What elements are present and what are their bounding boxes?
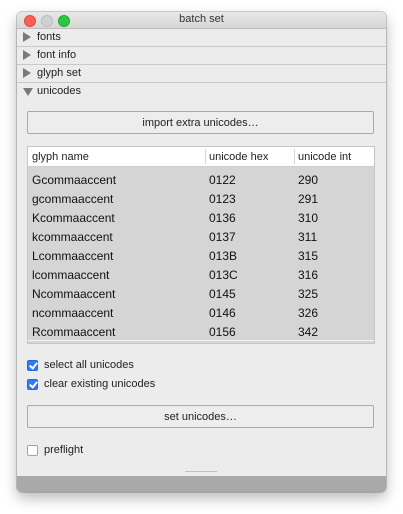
window-title: batch set [179,13,224,25]
cell-unicode-hex: 0123 [209,192,236,206]
section-fonts[interactable]: fonts [17,29,386,47]
resize-grip[interactable] [185,471,217,472]
table-row[interactable]: Rcommaaccent 0156 342 [28,321,374,341]
cell-glyph-name: Ncommaaccent [32,287,116,301]
section-label: glyph set [37,67,82,79]
column-separator [205,149,206,164]
table-row[interactable]: Gcommaaccent 0122 290 [28,169,374,189]
disclosure-down-icon [23,88,33,96]
section-label: unicodes [37,85,82,97]
cell-glyph-name: Lcommaaccent [32,249,114,263]
title-bar[interactable]: batch set [17,12,386,29]
cell-unicode-hex: 0137 [209,230,236,244]
unicodes-table[interactable]: glyph name unicode hex unicode int Gcomm… [27,146,375,344]
table-row[interactable]: Ncommaaccent 0145 325 [28,283,374,303]
table-row[interactable]: gcommaaccent 0123 291 [28,188,374,208]
batch-set-window: batch set fonts font info glyph set unic… [17,12,386,492]
section-unicodes[interactable]: unicodes [17,83,386,100]
import-extra-unicodes-button[interactable]: import extra unicodes… [27,111,374,134]
cell-unicode-hex: 013B [209,249,238,263]
disclosure-right-icon [23,32,31,42]
cell-unicode-hex: 0122 [209,173,236,187]
cell-unicode-hex: 0145 [209,287,236,301]
disclosure-right-icon [23,50,31,60]
column-header-unicode-int[interactable]: unicode int [298,151,351,163]
cell-unicode-int: 290 [298,173,319,187]
table-row[interactable]: Kcommaaccent 0136 310 [28,207,374,227]
cell-unicode-int: 310 [298,211,319,225]
column-separator [294,149,295,164]
table-row[interactable]: lcommaaccent 013C 316 [28,264,374,284]
section-label: font info [37,49,77,61]
table-row[interactable]: ncommaaccent 0146 326 [28,302,374,322]
cell-unicode-int: 315 [298,249,319,263]
column-header-glyph-name[interactable]: glyph name [32,151,89,163]
table-row[interactable]: Lcommaaccent 013B 315 [28,245,374,265]
clear-existing-unicodes-checkbox[interactable] [27,379,38,390]
column-header-unicode-hex[interactable]: unicode hex [209,151,268,163]
section-font-info[interactable]: font info [17,47,386,65]
clear-existing-unicodes-label: clear existing unicodes [44,378,156,390]
cell-unicode-int: 325 [298,287,319,301]
select-all-unicodes-label: select all unicodes [44,359,134,371]
section-label: fonts [37,31,61,43]
cell-unicode-int: 326 [298,306,319,320]
cell-glyph-name: ncommaaccent [32,306,114,320]
set-unicodes-button[interactable]: set unicodes… [27,405,374,428]
cell-glyph-name: Kcommaaccent [32,211,115,225]
bottom-bar [17,476,386,492]
preflight-checkbox[interactable] [27,445,38,456]
cell-unicode-int: 316 [298,268,319,282]
cell-unicode-hex: 013C [209,268,238,282]
cell-glyph-name: Gcommaaccent [32,173,117,187]
cell-unicode-int: 291 [298,192,319,206]
cell-unicode-hex: 0146 [209,306,236,320]
preflight-label: preflight [44,444,84,456]
cell-glyph-name: gcommaaccent [32,192,114,206]
cell-unicode-int: 311 [298,230,318,244]
cell-glyph-name: kcommaaccent [32,230,113,244]
cell-unicode-int: 342 [298,325,319,339]
cell-unicode-hex: 0136 [209,211,236,225]
cell-glyph-name: lcommaaccent [32,268,110,282]
cell-glyph-name: Rcommaaccent [32,325,116,339]
section-glyph-set[interactable]: glyph set [17,65,386,83]
disclosure-right-icon [23,68,31,78]
table-row[interactable]: kcommaaccent 0137 311 [28,226,374,246]
select-all-unicodes-checkbox[interactable] [27,360,38,371]
table-header: glyph name unicode hex unicode int [28,147,374,167]
cell-unicode-hex: 0156 [209,325,236,339]
